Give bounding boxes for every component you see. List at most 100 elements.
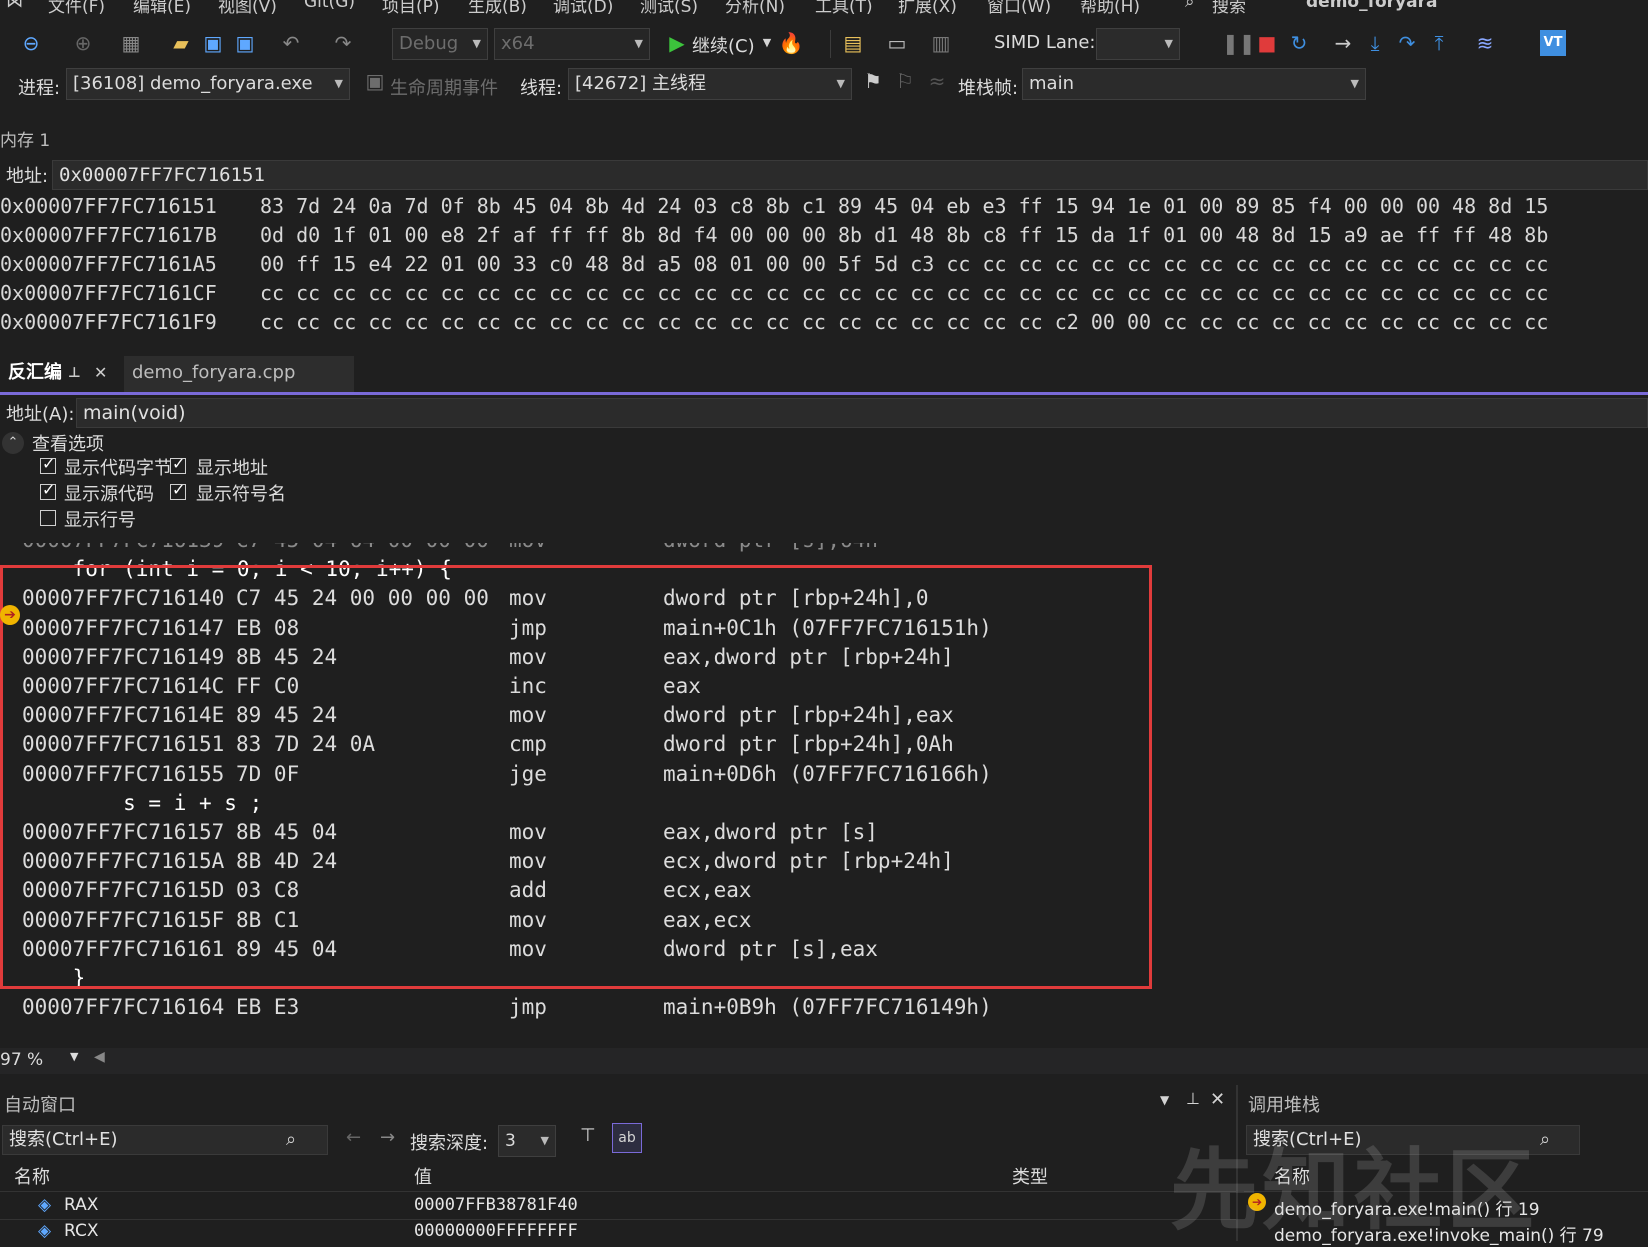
view-options-label[interactable]: 查看选项 [32,430,104,456]
menu-debug[interactable]: 调试(D) [553,0,613,17]
menu-file[interactable]: 文件(F) [48,0,105,17]
show-symbols-checkbox[interactable] [170,480,186,500]
collapse-icon[interactable]: ⌃ [2,432,24,454]
platform-select[interactable]: x64 ▼ [494,28,650,60]
diagnostics-icon[interactable]: ≋ [1472,30,1498,56]
scroll-left-icon[interactable]: ◀ [94,1049,105,1065]
disassembly-address-input[interactable]: main(void) [76,398,1648,428]
autos-title: 自动窗口 [4,1095,76,1116]
menu-help[interactable]: 帮助(H) [1080,0,1140,17]
show-code-bytes-checkbox[interactable] [40,454,56,474]
back-icon[interactable]: ⊖ [18,30,44,56]
save-icon[interactable]: ▣ [200,30,226,56]
column-value[interactable]: 值 [414,1163,432,1189]
document-icon[interactable]: ▥ [928,30,954,56]
show-symbols-label: 显示符号名 [196,484,286,505]
column-type[interactable]: 类型 [1012,1163,1048,1189]
pause-icon[interactable]: ❚❚ [1222,30,1256,56]
process-select[interactable]: [36108] demo_foryara.exe ▼ [66,68,350,100]
zoom-dropdown-icon[interactable]: ▼ [70,1050,78,1063]
filter-icon[interactable]: ⊤ [580,1125,596,1146]
autos-row-name[interactable]: RAX [64,1195,98,1215]
memory-address-input[interactable]: 0x00007FF7FC716151 [52,160,1648,190]
search-forward-icon[interactable]: → [380,1127,395,1148]
autos-row-name[interactable]: RCX [64,1221,98,1241]
folder-icon[interactable]: ▤ [840,30,866,56]
search-icon[interactable]: ⌕ [1540,1129,1550,1150]
highlight-annotation-box [0,565,1152,989]
show-code-bytes-label: 显示代码字节 [64,458,172,479]
step-over-icon[interactable]: ↷ [1394,30,1420,56]
close-icon[interactable]: ✕ [94,356,107,390]
asm-operands: dword ptr [s],64h [663,543,878,552]
tab-disassembly[interactable]: 反汇编 ⊥ ✕ [0,356,134,392]
autos-window: 自动窗口 ▼ ⊥ ✕ 搜索(Ctrl+E) ⌕ ← → 搜索深度: 3 ▼ ⊤ a… [0,1085,1238,1241]
search-icon[interactable]: ⌕ [1185,0,1195,12]
continue-dropdown-icon[interactable]: ▼ [754,30,780,56]
pin-icon[interactable]: ⊥ [68,356,81,390]
close-window-icon[interactable]: ✕ [1210,1089,1225,1110]
debug-location-toolbar: 进程: [36108] demo_foryara.exe ▼ ▣ 生命周期事件 线… [0,68,1648,110]
forward-icon[interactable]: ⊕ [70,30,96,56]
autos-row-value[interactable]: 00007FFB38781F40 [414,1195,578,1215]
menu-tools[interactable]: 工具(T) [815,0,873,17]
vs-logo-icon[interactable]: ⋈ [6,0,23,12]
pin-window-icon[interactable]: ⊥ [1186,1089,1200,1108]
thread-select[interactable]: [42672] 主线程 ▼ [568,68,852,100]
undo-icon[interactable]: ↶ [278,30,304,56]
menu-view[interactable]: 视图(V) [218,0,277,17]
asm-operands: main+0B9h (07FF7FC716149h) [663,995,992,1019]
show-line-numbers-checkbox[interactable] [40,510,56,526]
redo-icon[interactable]: ↷ [330,30,356,56]
column-name[interactable]: 名称 [14,1163,50,1189]
search-back-icon[interactable]: ← [346,1127,361,1148]
hot-reload-icon[interactable]: 🔥 [778,30,804,56]
window-icon[interactable]: ▭ [884,30,910,56]
tab-source-file[interactable]: demo_foryara.cpp [124,356,354,392]
step-out-icon[interactable]: ⤒ [1426,30,1452,56]
memory-row: 0x00007FF7FC7161A5 00 ff 15 e4 22 01 00 3… [0,252,1549,276]
stackframe-select[interactable]: main ▼ [1022,68,1366,100]
step-into-icon[interactable]: ⤓ [1362,30,1388,56]
autos-row-value[interactable]: 00000000FFFFFFFF [414,1221,578,1241]
show-next-statement-icon[interactable]: → [1330,30,1356,56]
flag-icon[interactable]: ⚑ [860,68,886,94]
call-stack-title: 调用堆栈 [1248,1095,1320,1116]
menu-build[interactable]: 生成(B) [468,0,527,17]
vt-icon[interactable]: VT [1540,30,1566,56]
save-all-icon[interactable]: ▣ [232,30,258,56]
search-icon[interactable]: ⌕ [286,1129,296,1150]
show-source-label: 显示源代码 [64,484,154,505]
continue-button[interactable]: 继续(C) [692,32,755,58]
menu-project[interactable]: 项目(P) [382,0,440,17]
register-icon: ◈ [38,1195,52,1215]
show-source-checkbox[interactable] [40,480,56,500]
lifecycle-icon[interactable]: ▣ [362,68,388,94]
window-options-icon[interactable]: ▼ [1160,1093,1169,1107]
menu-extensions[interactable]: 扩展(X) [898,0,957,17]
new-project-icon[interactable]: ▦ [118,30,144,56]
stackframe-icon[interactable]: ≈ [924,68,950,94]
thread-label: 线程: [520,78,563,99]
zoom-level[interactable]: 97 % [0,1050,43,1070]
hex-display-icon[interactable]: ab [612,1123,642,1153]
menu-git[interactable]: Git(G) [304,0,355,12]
configuration-select[interactable]: Debug ▼ [392,28,488,60]
search-box[interactable]: 搜索 [1212,0,1246,17]
autos-search-input[interactable]: 搜索(Ctrl+E) [2,1125,328,1155]
show-address-checkbox[interactable] [170,454,186,474]
lifecycle-events-button[interactable]: 生命周期事件 [390,74,498,100]
flag-threads-icon[interactable]: ⚐ [892,68,918,94]
memory-hex-view[interactable]: 0x00007FF7FC716151 83 7d 24 0a 7d 0f 8b 4… [0,194,1648,334]
menu-edit[interactable]: 编辑(E) [133,0,191,17]
open-file-icon[interactable]: ▰ [168,30,194,56]
simd-lane-select[interactable]: ▼ [1096,28,1180,60]
menu-test[interactable]: 测试(S) [640,0,698,17]
menu-window[interactable]: 窗口(W) [987,0,1051,17]
window-title: demo_foryara [1306,0,1438,12]
play-icon[interactable]: ▶ [664,30,690,56]
menu-analyze[interactable]: 分析(N) [725,0,785,17]
restart-icon[interactable]: ↻ [1286,30,1312,56]
stop-icon[interactable]: ■ [1254,30,1280,56]
search-depth-select[interactable]: 3 ▼ [498,1125,556,1157]
